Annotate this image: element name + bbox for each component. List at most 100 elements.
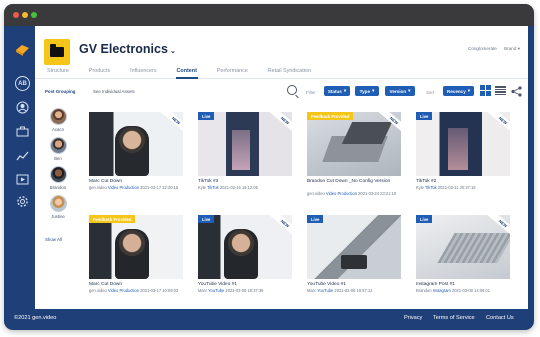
- card-author: Marc: [307, 288, 317, 293]
- settings-gear-icon[interactable]: [15, 194, 30, 209]
- type-filter-dropdown[interactable]: Type ▾: [355, 86, 379, 96]
- influencer-item[interactable]: Brandon: [46, 166, 70, 190]
- tab-performance[interactable]: Performance: [217, 68, 248, 74]
- card-date: 2021-03-08 14:06:01: [451, 288, 490, 293]
- chevron-down-icon: ▾: [372, 88, 375, 93]
- post-grouping-toggle[interactable]: Post Grouping: [45, 89, 76, 94]
- share-icon[interactable]: [511, 84, 522, 97]
- filter-label: Filter: [306, 90, 316, 95]
- brand-name: GV Electronics: [79, 42, 168, 56]
- avatar: [49, 137, 67, 154]
- avatar: [49, 108, 67, 125]
- card-meta: gen.video Video Production 2021-03-17 10…: [89, 288, 183, 293]
- new-ribbon: NEW: [487, 112, 510, 135]
- individual-assets-toggle[interactable]: See Individual Assets: [93, 89, 135, 94]
- card-category-link[interactable]: YouTube: [317, 288, 333, 293]
- card-author: Kyle: [416, 185, 424, 190]
- card-date: 2021-03-24 23:21:10: [358, 191, 397, 196]
- content-thumbnail: Live NEW: [198, 112, 292, 176]
- card-meta: Kyle TikTok 2021-03-11 20:37:16: [416, 185, 510, 190]
- org-switcher[interactable]: Conglomerate Brand ▾: [468, 46, 520, 52]
- list-view-icon[interactable]: [495, 86, 506, 95]
- status-badge: Live: [416, 112, 433, 120]
- recency-sort-label: Recency: [446, 88, 466, 94]
- card-title: Brandon Cut Down _No Config Version: [307, 179, 391, 184]
- minimize-window-dot[interactable]: [22, 12, 28, 18]
- avatar: [49, 166, 67, 183]
- card-date: 2021-03-16 19:12:05: [219, 185, 258, 190]
- chevron-down-icon: ▾: [408, 88, 411, 93]
- card-meta: Brandon Instagram 2021-03-08 14:06:01: [416, 288, 510, 293]
- card-title: YouTube Video #1: [307, 282, 347, 287]
- contact-us-link[interactable]: Contact Us: [486, 315, 514, 321]
- card-date: 2021-02-08 10:57:12: [334, 288, 373, 293]
- status-badge: Live: [416, 215, 433, 223]
- card-title: Instagram Post #1: [416, 282, 455, 287]
- chevron-down-icon: ▾: [343, 88, 347, 93]
- conglomerate-label: Conglomerate: [468, 46, 497, 51]
- active-tab-indicator: [176, 77, 198, 79]
- card-author: gen.video: [307, 191, 325, 196]
- card-author: gen.video: [89, 185, 107, 190]
- card-meta: Marc YouTube 2021-02-08 10:57:12: [307, 288, 401, 293]
- status-badge: Live: [307, 215, 324, 223]
- brand-dropdown-chevron-icon: ▾: [517, 46, 520, 51]
- influencer-item[interactable]: Ben: [46, 137, 70, 161]
- analytics-chart-icon[interactable]: [15, 148, 30, 163]
- search-icon[interactable]: [287, 85, 297, 95]
- brand-folder-logo: [44, 39, 70, 65]
- user-avatar-icon[interactable]: AB: [15, 76, 30, 91]
- maximize-window-dot[interactable]: [31, 12, 37, 18]
- briefcase-icon[interactable]: [15, 124, 30, 139]
- tab-products[interactable]: Products: [89, 68, 110, 74]
- influencer-icon[interactable]: [15, 100, 30, 115]
- recency-sort-dropdown[interactable]: Recency ▾: [443, 86, 474, 96]
- grid-view-icon[interactable]: [480, 85, 491, 96]
- tab-content[interactable]: Content: [177, 68, 197, 74]
- icon-rail: AB: [10, 26, 35, 309]
- card-title: TikTok #2: [416, 179, 437, 184]
- card-author: Marc: [198, 288, 208, 293]
- status-badge: Feedback Provided: [307, 112, 354, 120]
- video-play-icon[interactable]: [15, 172, 30, 187]
- card-category-link[interactable]: Video Production: [326, 191, 357, 196]
- card-category-link[interactable]: TikTok: [425, 185, 437, 190]
- avatar: [49, 195, 67, 212]
- new-ribbon: NEW: [160, 112, 183, 135]
- status-badge: Live: [198, 112, 215, 120]
- tab-structure[interactable]: Structure: [47, 68, 69, 74]
- card-meta: gen.video Video Production 2021-03-24 23…: [307, 191, 401, 196]
- app-screen: AB GV Electronics ⌄ Conglomerate Brand ▾…: [10, 26, 528, 309]
- gen-video-logo-icon[interactable]: [15, 42, 30, 57]
- content-thumbnail: Feedback Provided NEW: [307, 112, 401, 176]
- card-category-link[interactable]: Video Production: [108, 288, 139, 293]
- card-date: 2021-03-08 18:37:36: [225, 288, 264, 293]
- version-filter-dropdown[interactable]: Version ▾: [385, 86, 415, 96]
- tab-retail-syndication[interactable]: Retail Syndication: [268, 68, 311, 74]
- tab-influencers[interactable]: Influencers: [130, 68, 156, 74]
- card-meta: Marc YouTube 2021-03-08 18:37:36: [198, 288, 292, 293]
- window-titlebar: [4, 4, 534, 26]
- card-category-link[interactable]: Video Production: [108, 185, 139, 190]
- status-filter-dropdown[interactable]: Status ▾: [324, 86, 350, 96]
- influencer-item[interactable]: Justine: [46, 195, 70, 219]
- privacy-link[interactable]: Privacy: [404, 315, 422, 321]
- content-thumbnail: NEW: [89, 112, 183, 176]
- brand-selector[interactable]: GV Electronics ⌄: [79, 42, 176, 56]
- card-category-link[interactable]: TikTok: [207, 185, 219, 190]
- card-date: 2021-03-11 20:37:16: [437, 185, 476, 190]
- chevron-down-icon: ⌄: [169, 48, 176, 55]
- show-all-link[interactable]: Show All: [45, 237, 62, 242]
- content-thumbnail: Feedback Provided: [89, 215, 183, 279]
- influencer-name: Acacn: [52, 127, 64, 132]
- chevron-down-icon: ▾: [467, 88, 471, 93]
- terms-of-service-link[interactable]: Terms of Service: [433, 315, 475, 321]
- card-meta: Kyle TikTok 2021-03-16 19:12:05: [198, 185, 292, 190]
- influencer-item[interactable]: Acacn: [46, 108, 70, 132]
- card-date: 2021-03-17 10:09:03: [140, 288, 179, 293]
- new-ribbon: NEW: [269, 112, 292, 135]
- influencer-name: Ben: [54, 156, 62, 161]
- card-category-link[interactable]: YouTube: [208, 288, 224, 293]
- close-window-dot[interactable]: [13, 12, 19, 18]
- card-category-link[interactable]: Instagram: [433, 288, 451, 293]
